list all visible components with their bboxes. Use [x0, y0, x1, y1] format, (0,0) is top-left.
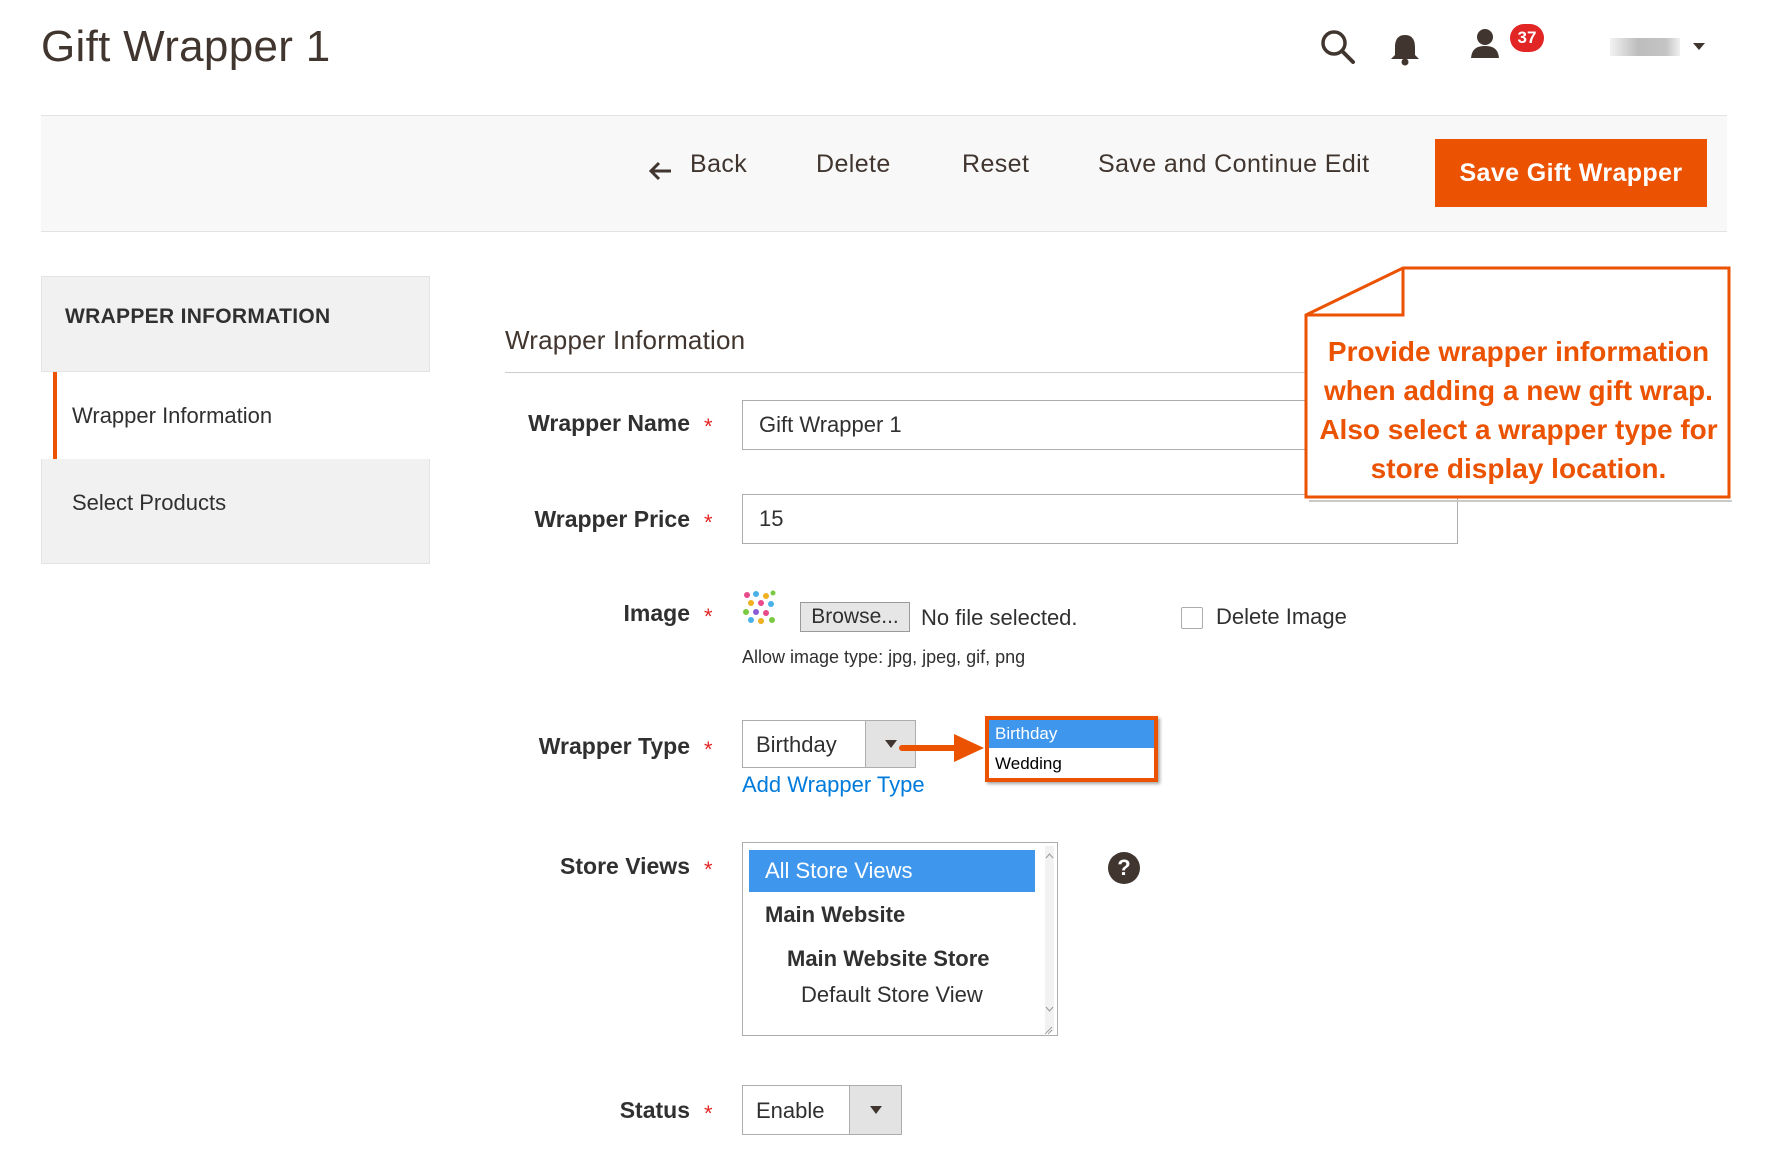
resize-grip-icon[interactable] [1043, 1022, 1053, 1035]
wrapper-image-thumbnail [742, 590, 776, 624]
sidebar-heading: WRAPPER INFORMATION [65, 305, 331, 328]
page-title: Gift Wrapper 1 [41, 22, 331, 71]
delete-button[interactable]: Delete [816, 150, 891, 179]
image-type-note: Allow image type: jpg, jpeg, gif, png [742, 647, 1026, 667]
delete-image-label[interactable]: Delete Image [1216, 604, 1347, 630]
status-label: Status [619, 1097, 690, 1123]
status-select[interactable]: Enable [742, 1085, 902, 1135]
delete-image-checkbox[interactable] [1181, 607, 1203, 629]
bell-icon[interactable] [1388, 31, 1422, 67]
caret-down-icon [869, 1106, 882, 1114]
required-mark: * [704, 857, 713, 882]
caret-down-icon [884, 740, 897, 748]
required-mark: * [704, 510, 713, 535]
wrapper-name-value: Gift Wrapper 1 [759, 412, 902, 437]
store-view-option-default[interactable]: Default Store View [801, 982, 983, 1008]
annotation-line-2: when adding a new gift wrap. [1324, 375, 1713, 406]
option-wedding[interactable]: Wedding [989, 750, 1154, 778]
status-dropdown-toggle[interactable] [849, 1086, 901, 1134]
chevron-down-icon[interactable] [1692, 38, 1706, 50]
annotation-line-1: Provide wrapper information [1327, 336, 1710, 367]
arrow-left-icon[interactable] [647, 160, 673, 182]
wrapper-type-label: Wrapper Type [538, 733, 690, 759]
store-view-option-all[interactable]: All Store Views [749, 850, 1035, 892]
wrapper-type-select[interactable]: Birthday [742, 720, 916, 768]
section-title: Wrapper Information [505, 325, 746, 355]
save-gift-wrapper-button[interactable]: Save Gift Wrapper [1435, 139, 1707, 207]
scroll-down-icon[interactable] [1045, 1000, 1054, 1012]
store-view-option-main-website-store[interactable]: Main Website Store [787, 946, 990, 972]
required-mark: * [704, 1101, 713, 1126]
annotation-line-4: store display location. [1370, 453, 1667, 484]
sidebar-item-label: Select Products [72, 490, 227, 515]
annotation-text: Provide wrapper information when adding … [1316, 332, 1721, 488]
store-views-label: Store Views [560, 853, 690, 879]
save-and-continue-button[interactable]: Save and Continue Edit [1098, 150, 1369, 179]
browse-button[interactable]: Browse... [800, 602, 910, 632]
add-wrapper-type-link[interactable]: Add Wrapper Type [742, 772, 925, 798]
back-button[interactable]: Back [690, 150, 747, 179]
option-birthday[interactable]: Birthday [989, 720, 1154, 748]
annotation-arrow [898, 730, 986, 766]
user-icon[interactable] [1469, 27, 1501, 59]
required-mark: * [704, 414, 713, 439]
wrapper-type-options-list: Birthday Wedding [985, 716, 1158, 782]
required-mark: * [704, 604, 713, 629]
wrapper-price-value: 15 [759, 506, 784, 531]
file-status-text: No file selected. [921, 605, 1078, 630]
image-label: Image [623, 600, 690, 626]
search-icon[interactable] [1318, 27, 1358, 67]
reset-button[interactable]: Reset [962, 150, 1029, 179]
required-mark: * [704, 737, 713, 762]
scroll-up-icon[interactable] [1045, 847, 1054, 859]
account-name[interactable] [1610, 38, 1680, 56]
wrapper-name-label: Wrapper Name [528, 410, 690, 436]
store-view-option-main-website[interactable]: Main Website [765, 902, 905, 928]
sidebar-item-label: Wrapper Information [72, 403, 273, 428]
notification-badge[interactable]: 37 [1510, 24, 1544, 52]
annotation-line-3: Also select a wrapper type for [1319, 414, 1718, 445]
wrapper-type-selected: Birthday [756, 732, 837, 757]
wrapper-price-label: Wrapper Price [534, 506, 690, 532]
status-selected: Enable [756, 1098, 825, 1123]
help-icon[interactable]: ? [1108, 852, 1140, 884]
